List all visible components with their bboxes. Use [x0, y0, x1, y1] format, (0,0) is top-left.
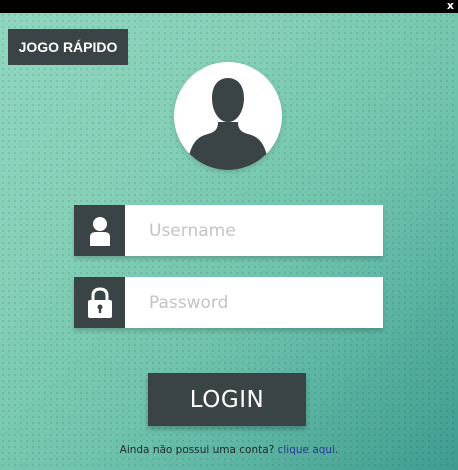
username-input[interactable] — [125, 205, 383, 256]
register-link[interactable]: clique aqui — [278, 444, 335, 456]
quick-game-button[interactable]: JOGO RÁPIDO — [8, 29, 128, 65]
login-button[interactable]: LOGIN — [148, 373, 306, 426]
register-text: Ainda não possui uma conta? — [119, 444, 275, 456]
register-suffix: . — [335, 444, 339, 456]
quick-game-label: JOGO RÁPIDO — [18, 39, 118, 55]
close-button[interactable]: x — [447, 0, 454, 12]
password-field — [74, 277, 383, 328]
username-field — [74, 205, 383, 256]
password-input[interactable] — [125, 277, 383, 328]
avatar — [174, 62, 282, 170]
user-icon — [74, 205, 125, 256]
user-silhouette-icon — [186, 78, 270, 170]
title-bar: x — [0, 0, 458, 13]
register-prompt: Ainda não possui uma conta? clique aqui. — [0, 444, 458, 456]
lock-icon — [74, 277, 125, 328]
